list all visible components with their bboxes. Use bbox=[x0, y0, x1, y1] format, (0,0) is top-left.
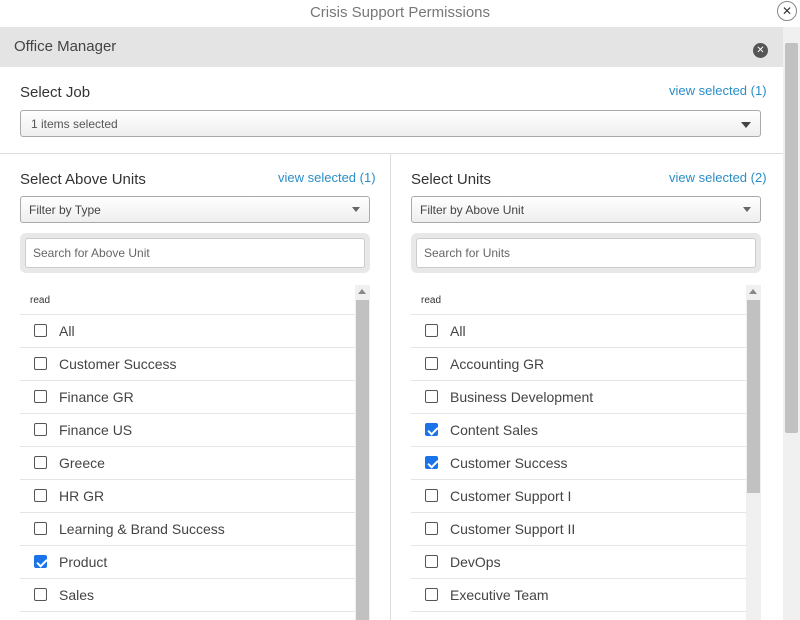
list-item-label: Content Sales bbox=[450, 422, 538, 438]
checkbox[interactable] bbox=[425, 555, 438, 568]
list-item[interactable]: Customer Support I bbox=[411, 480, 746, 513]
units-list: read All Accounting GR Business Developmen… bbox=[411, 285, 761, 620]
checkbox[interactable] bbox=[34, 522, 47, 535]
units-scrollbar-thumb[interactable] bbox=[747, 300, 760, 493]
above-units-filter-value: Filter by Type bbox=[29, 203, 101, 217]
list-item[interactable]: Finance GR bbox=[20, 381, 355, 414]
checkbox-checked[interactable] bbox=[425, 423, 438, 436]
list-header: read bbox=[421, 295, 442, 306]
above-units-list: read All Customer Success Finance GR Financ… bbox=[20, 285, 370, 620]
chevron-down-icon bbox=[741, 122, 751, 128]
close-window-icon[interactable]: ✕ bbox=[777, 1, 797, 21]
list-item-label: All bbox=[450, 323, 466, 339]
job-select-dropdown[interactable]: 1 items selected bbox=[20, 110, 761, 137]
list-item-label: Sales bbox=[59, 587, 95, 603]
page-scrollbar[interactable] bbox=[783, 27, 800, 620]
chevron-down-icon bbox=[352, 207, 360, 212]
units-filter-value: Filter by Above Unit bbox=[420, 203, 525, 217]
checkbox[interactable] bbox=[34, 423, 47, 436]
checkbox[interactable] bbox=[425, 588, 438, 601]
list-item[interactable]: HR GR bbox=[20, 480, 355, 513]
list-item-label: Customer Support II bbox=[450, 521, 576, 537]
list-item-label: Greece bbox=[59, 455, 105, 471]
checkbox[interactable] bbox=[425, 324, 438, 337]
chevron-down-icon bbox=[743, 207, 751, 212]
section-title: Office Manager bbox=[14, 38, 117, 55]
checkbox[interactable] bbox=[34, 324, 47, 337]
list-item[interactable]: Customer Success bbox=[20, 348, 355, 381]
above-units-filter-select[interactable]: Filter by Type bbox=[20, 196, 370, 223]
list-item[interactable]: Learning & Brand Success bbox=[20, 513, 355, 546]
units-title: Select Units bbox=[411, 171, 492, 188]
checkbox[interactable] bbox=[34, 357, 47, 370]
list-item[interactable]: Finance US bbox=[20, 414, 355, 447]
list-item-label: DevOps bbox=[450, 554, 501, 570]
list-item-label: Product bbox=[59, 554, 108, 570]
checkbox[interactable] bbox=[34, 588, 47, 601]
list-item-label: Business Development bbox=[450, 389, 594, 405]
units-view-selected-link[interactable]: view selected (2) bbox=[669, 170, 767, 185]
above-units-title: Select Above Units bbox=[20, 171, 146, 188]
above-units-search-wrapper bbox=[20, 233, 370, 273]
list-item[interactable]: Product bbox=[20, 546, 355, 579]
list-item-label: Finance GR bbox=[59, 389, 134, 405]
list-item[interactable]: All bbox=[411, 315, 746, 348]
above-units-scrollbar-thumb[interactable] bbox=[356, 300, 369, 620]
list-item[interactable]: Executive Team bbox=[411, 579, 746, 612]
list-item-label: HR GR bbox=[59, 488, 105, 504]
horizontal-divider bbox=[0, 153, 783, 154]
checkbox[interactable] bbox=[34, 456, 47, 469]
checkbox[interactable] bbox=[425, 522, 438, 535]
list-item-label: Learning & Brand Success bbox=[59, 521, 225, 537]
list-item[interactable]: Customer Success bbox=[411, 447, 746, 480]
list-item[interactable]: Sales bbox=[20, 579, 355, 612]
checkbox[interactable] bbox=[425, 390, 438, 403]
list-item-label: Finance US bbox=[59, 422, 133, 438]
list-item[interactable]: Accounting GR bbox=[411, 348, 746, 381]
window-title-bar: Crisis Support Permissions ✕ bbox=[0, 0, 800, 27]
checkbox[interactable] bbox=[425, 489, 438, 502]
column-divider bbox=[390, 153, 391, 620]
units-search-input[interactable] bbox=[416, 238, 756, 268]
section-header: Office Manager ✕ bbox=[0, 27, 783, 67]
page-scrollbar-thumb[interactable] bbox=[785, 43, 798, 433]
list-item-label: All bbox=[59, 323, 75, 339]
list-item-label: Customer Support I bbox=[450, 488, 572, 504]
above-units-view-selected-link[interactable]: view selected (1) bbox=[278, 170, 376, 185]
list-item[interactable]: Content Sales bbox=[411, 414, 746, 447]
checkbox-checked[interactable] bbox=[34, 555, 47, 568]
units-list-scrollbar[interactable] bbox=[746, 285, 761, 620]
list-item-label: Executive Team bbox=[450, 587, 549, 603]
above-units-search-input[interactable] bbox=[25, 238, 365, 268]
job-view-selected-link[interactable]: view selected (1) bbox=[669, 83, 767, 98]
above-units-list-scrollbar[interactable] bbox=[355, 285, 370, 620]
list-item[interactable]: Customer Support II bbox=[411, 513, 746, 546]
select-job-label: Select Job bbox=[20, 84, 91, 101]
list-item[interactable]: Business Development bbox=[411, 381, 746, 414]
list-item-label: Accounting GR bbox=[450, 356, 545, 372]
units-search-wrapper bbox=[411, 233, 761, 273]
checkbox[interactable] bbox=[34, 390, 47, 403]
scroll-up-arrow-icon[interactable] bbox=[749, 289, 757, 294]
checkbox[interactable] bbox=[34, 489, 47, 502]
list-item[interactable]: DevOps bbox=[411, 546, 746, 579]
list-item-label: Customer Success bbox=[59, 356, 177, 372]
job-select-value: 1 items selected bbox=[31, 117, 118, 131]
section-close-icon[interactable]: ✕ bbox=[753, 43, 768, 58]
list-header: read bbox=[30, 295, 51, 306]
list-item-label: Customer Success bbox=[450, 455, 568, 471]
checkbox-checked[interactable] bbox=[425, 456, 438, 469]
scroll-up-arrow-icon[interactable] bbox=[358, 289, 366, 294]
units-filter-select[interactable]: Filter by Above Unit bbox=[411, 196, 761, 223]
checkbox[interactable] bbox=[425, 357, 438, 370]
list-item[interactable]: Greece bbox=[20, 447, 355, 480]
list-item[interactable]: All bbox=[20, 315, 355, 348]
window-title: Crisis Support Permissions bbox=[309, 4, 491, 21]
